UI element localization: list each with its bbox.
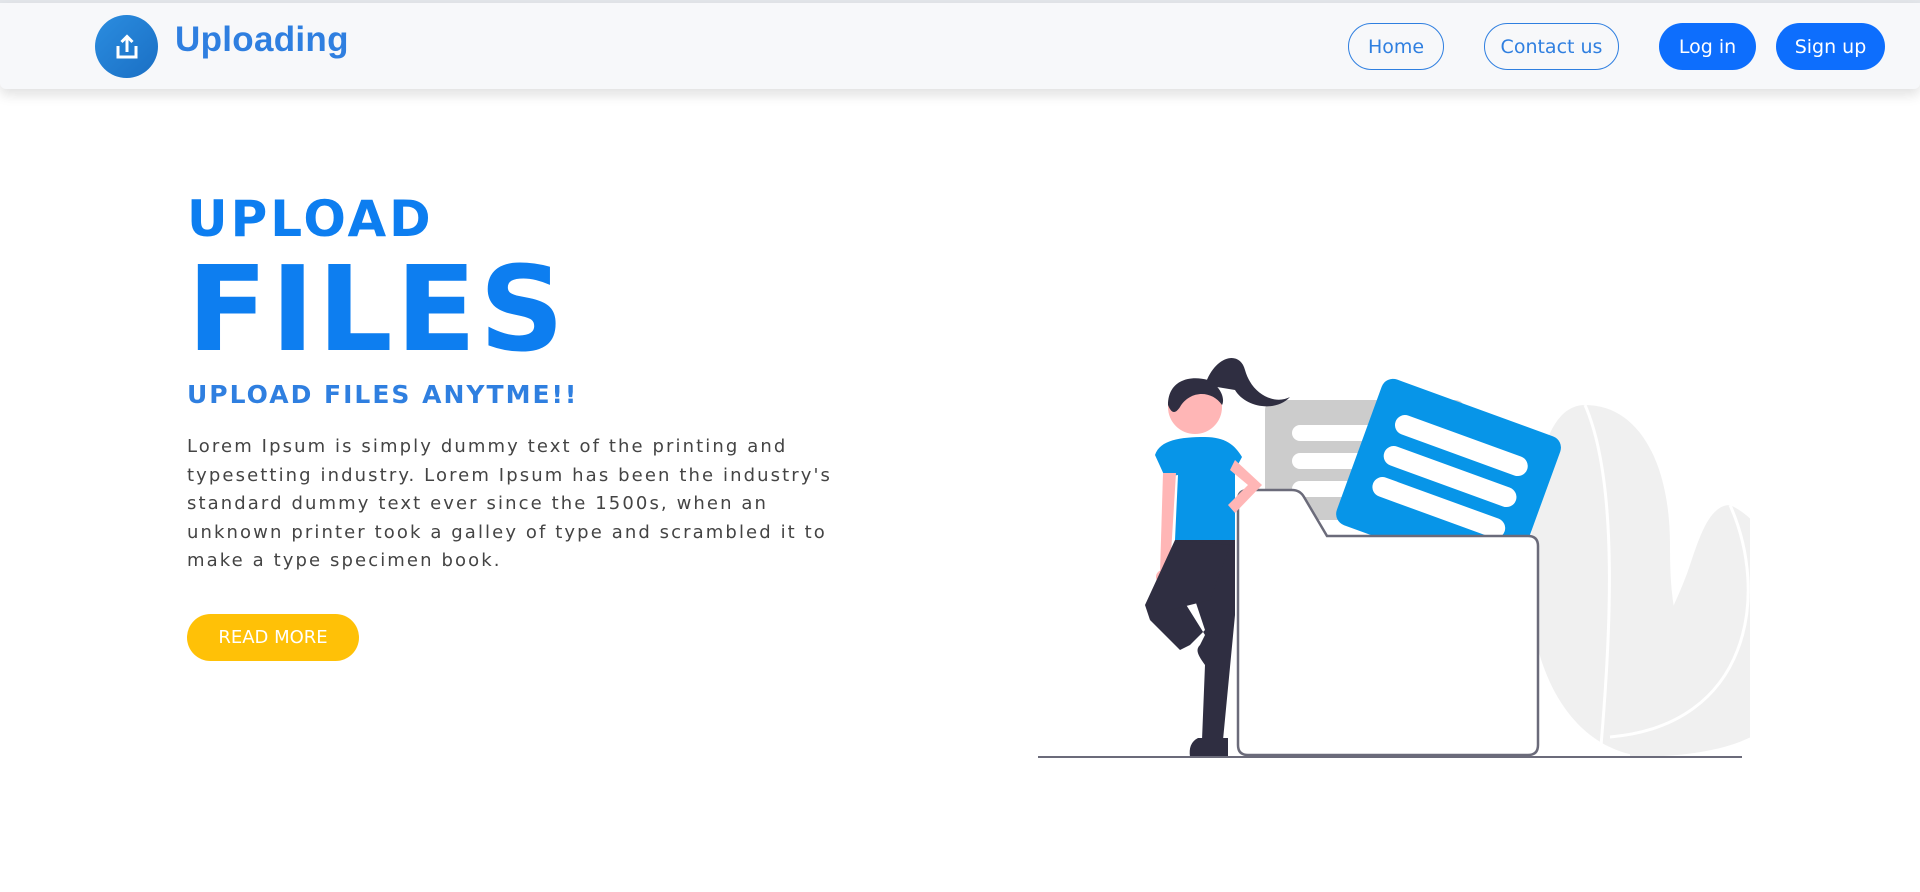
sign-up-button[interactable]: Sign up — [1776, 23, 1885, 70]
hero-title-files: FILES — [187, 240, 568, 378]
home-button[interactable]: Home — [1348, 23, 1444, 70]
hero-subtitle: UPLOAD FILES ANYTME!! — [187, 380, 579, 409]
read-more-button[interactable]: READ MORE — [187, 614, 359, 661]
upload-icon — [116, 33, 137, 58]
hero-description: Lorem Ipsum is simply dummy text of the … — [187, 436, 833, 571]
upload-files-illustration — [1038, 358, 1750, 758]
navbar: Uploading Home Contact us Log in Sign up — [0, 3, 1920, 89]
contact-us-button[interactable]: Contact us — [1484, 23, 1619, 70]
log-in-button[interactable]: Log in — [1659, 23, 1756, 70]
background-leaf — [1530, 404, 1750, 758]
logo[interactable] — [95, 15, 158, 78]
brand-name[interactable]: Uploading — [175, 20, 349, 60]
